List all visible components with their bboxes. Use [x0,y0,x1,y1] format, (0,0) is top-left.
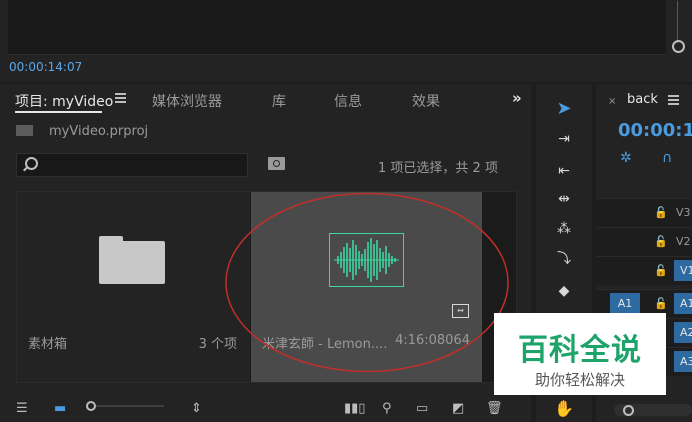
watermark-title: 百科全说 [518,333,642,368]
track-label: V2 [676,235,691,248]
sequence-tab[interactable]: back [627,92,658,107]
project-file-row: myVideo.prproj [16,124,148,139]
project-file-name: myVideo.prproj [49,124,149,139]
project-panel-footer: ☰ ▬ ⇕ ▮▮▯ ⚲ ▭ ◩ 🗑 [0,394,531,422]
search-input[interactable] [16,153,248,177]
bin-item[interactable]: 素材箱 3 个项 [17,192,250,382]
new-item-icon[interactable]: ◩ [452,401,464,416]
linked-selection-icon[interactable]: ∩ [662,150,672,166]
tab-libraries[interactable]: 库 [272,91,286,111]
track-label: V3 [676,206,691,219]
lock-icon[interactable]: 🔓 [654,264,668,277]
monitor-viewer[interactable] [8,0,666,55]
panel-tabs: 项目: myVideo 媒体浏览器 库 信息 效果 » [0,84,531,114]
folder-icon [99,236,165,284]
zoom-slider[interactable] [86,399,166,417]
timeline-timecode[interactable]: 00:00:14 [618,120,692,141]
tabs-overflow-icon[interactable]: » [512,89,522,107]
source-patch-a1[interactable]: A1 [610,293,640,315]
icon-view-icon[interactable]: ▬ [54,401,66,416]
scroll-handle-icon[interactable] [623,405,634,416]
tab-info[interactable]: 信息 [334,91,362,111]
selection-status: 1 项已选择，共 2 项 [378,161,498,176]
program-monitor: 00:00:14:07 [0,0,692,82]
track-header-v1[interactable]: 🔓 V1 [596,256,692,285]
trash-icon[interactable]: 🗑 [486,401,503,416]
track-label: V1 [674,260,692,281]
find-icon[interactable]: ⚲ [382,401,392,416]
track-label: A1 [674,293,692,314]
track-select-icon[interactable]: ⇥ [554,130,574,148]
automate-icon[interactable]: ▮▮▯ [344,401,365,416]
tab-project[interactable]: 项目: myVideo [15,91,113,111]
monitor-zoom-scroll[interactable] [670,0,686,60]
timeline-zoom-scroll[interactable] [614,404,692,416]
search-icon [25,157,38,170]
watermark-subtitle: 助你轻松解决 [534,371,625,389]
annotation-ellipse [225,192,509,373]
monitor-timecode[interactable]: 00:00:14:07 [9,60,82,74]
track-header-v2[interactable]: 🔓 V2 [596,227,692,256]
track-label: A3 [674,351,692,372]
tab-effects[interactable]: 效果 [412,91,440,111]
panel-menu-icon[interactable] [668,95,679,105]
slip-icon[interactable]: ◆ [554,282,574,300]
tab-media-browser[interactable]: 媒体浏览器 [152,91,222,111]
ripple-edit-icon[interactable]: ⇤ [554,162,574,180]
lock-icon[interactable]: 🔓 [654,297,668,310]
lock-icon[interactable]: 🔓 [654,235,668,248]
new-bin-icon[interactable]: ▭ [416,401,428,416]
item-name: 素材箱 [28,337,68,352]
new-search-bin-icon[interactable] [268,157,285,170]
watermark-logo: 百科全说 助你轻松解决 [494,313,666,395]
track-header-v3[interactable]: 🔓 V3 [596,198,692,227]
sort-icon[interactable]: ⇕ [191,401,202,416]
list-view-icon[interactable]: ☰ [16,401,28,416]
hand-icon[interactable]: ✋ [554,400,574,418]
rolling-edit-icon[interactable]: ⇹ [554,190,574,208]
track-label: A2 [674,322,692,343]
project-bin-icon [16,125,33,136]
selection-tool-icon[interactable]: ➤ [554,100,574,118]
razor-icon[interactable]: ⤵ [554,250,574,268]
active-tab-underline [15,111,102,113]
lock-icon[interactable]: 🔓 [654,206,668,219]
scroll-handle-icon[interactable] [672,40,685,53]
snap-icon[interactable]: ✲ [620,150,632,166]
rate-stretch-icon[interactable]: ⁂ [554,220,574,238]
close-icon[interactable]: × [608,96,616,107]
panel-menu-icon[interactable] [115,93,126,103]
